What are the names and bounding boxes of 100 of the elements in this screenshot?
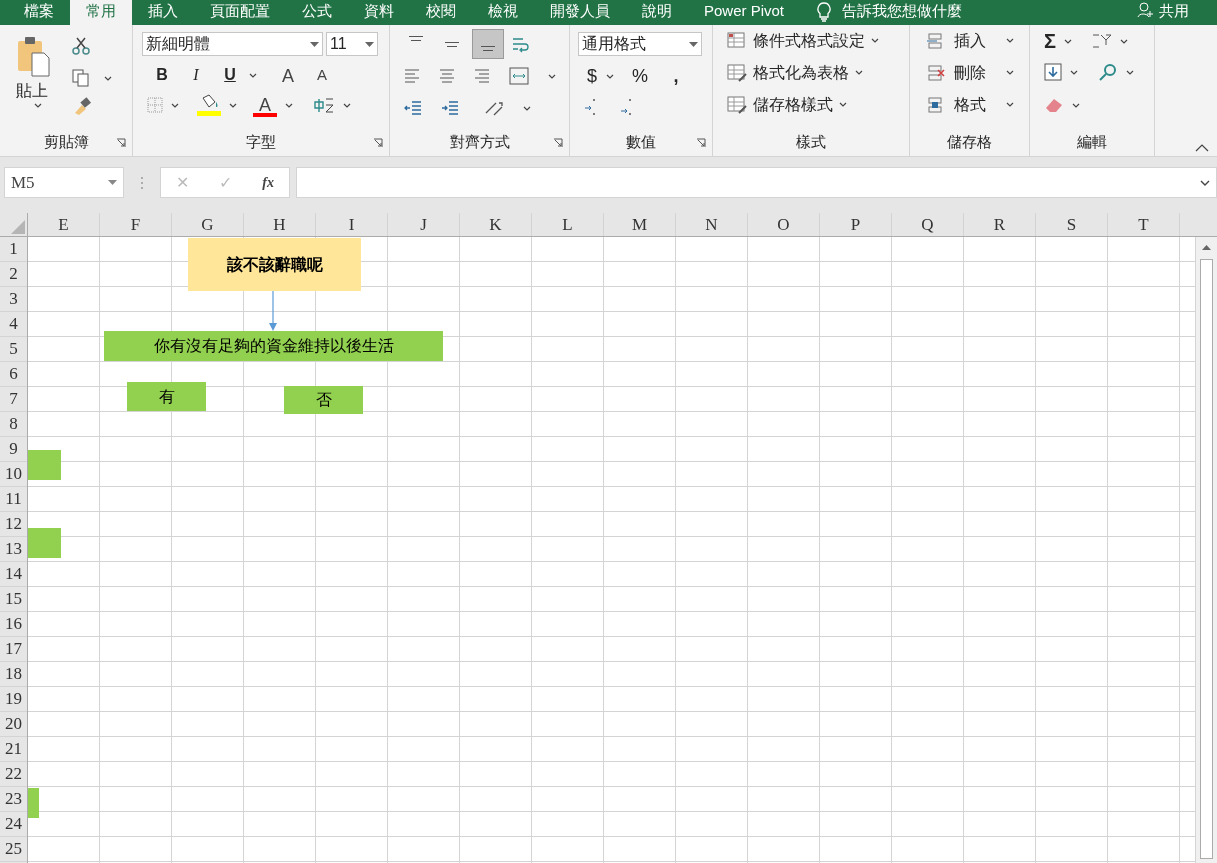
number-format-dropdown[interactable]: 通用格式	[578, 32, 702, 56]
row-header[interactable]: 8	[0, 412, 27, 437]
cells-menu-button[interactable]: 插入	[926, 28, 1014, 53]
font-size-dropdown[interactable]: 11	[326, 32, 378, 56]
expand-icon[interactable]	[1200, 179, 1210, 186]
caret-icon[interactable]	[839, 102, 847, 107]
lightbulb-icon[interactable]	[816, 2, 833, 22]
caret-icon[interactable]	[171, 102, 179, 108]
row-header[interactable]: 9	[0, 437, 27, 462]
underline-button[interactable]: U	[215, 63, 245, 87]
column-header[interactable]: S	[1036, 213, 1108, 236]
collapse-ribbon-icon[interactable]	[1195, 144, 1209, 152]
column-header[interactable]: Q	[892, 213, 964, 236]
currency-button[interactable]: $	[584, 63, 600, 90]
column-header[interactable]: F	[100, 213, 172, 236]
row-header[interactable]: 13	[0, 537, 27, 562]
paste-button[interactable]: 貼上	[14, 35, 50, 103]
vertical-scrollbar[interactable]	[1195, 237, 1217, 863]
row-header[interactable]: 3	[0, 287, 27, 312]
caret-icon[interactable]	[1120, 38, 1128, 44]
caret-icon[interactable]	[285, 102, 293, 108]
dropdown-arrow-icon[interactable]	[689, 41, 698, 47]
ribbon-tab[interactable]: 公式	[286, 0, 348, 20]
italic-button[interactable]: I	[181, 63, 211, 87]
row-header[interactable]: 18	[0, 662, 27, 687]
column-header[interactable]: T	[1108, 213, 1180, 236]
ribbon-tab[interactable]: 開發人員	[534, 0, 626, 20]
fill-down-icon[interactable]	[1044, 63, 1062, 81]
row-header[interactable]: 21	[0, 737, 27, 762]
increase-indent-icon[interactable]	[441, 100, 459, 116]
column-header[interactable]: E	[28, 213, 100, 236]
person-add-icon[interactable]	[1137, 2, 1153, 18]
dialog-launcher-icon[interactable]	[696, 138, 706, 148]
ribbon-tab[interactable]: Power Pivot	[688, 0, 801, 20]
row-header[interactable]: 7	[0, 387, 27, 412]
font-color-button[interactable]: A	[253, 93, 277, 117]
style-menu-button[interactable]: 條件式格式設定	[727, 28, 879, 53]
row-header[interactable]: 10	[0, 462, 27, 487]
phonetic-guide-icon[interactable]	[313, 96, 335, 114]
ribbon-tab[interactable]: 頁面配置	[194, 0, 286, 20]
row-header[interactable]: 11	[0, 487, 27, 512]
dialog-launcher-icon[interactable]	[553, 138, 563, 148]
copy-icon[interactable]	[72, 69, 90, 87]
cells-menu-button[interactable]: 刪除	[926, 60, 1014, 85]
formula-input[interactable]	[296, 167, 1217, 198]
column-header[interactable]: I	[316, 213, 388, 236]
dropdown-arrow-icon[interactable]	[365, 41, 374, 47]
column-header[interactable]: P	[820, 213, 892, 236]
ribbon-tab[interactable]: 插入	[132, 0, 194, 20]
wrap-text-icon[interactable]	[511, 35, 529, 53]
share-button[interactable]: 共用	[1159, 2, 1189, 20]
row-header[interactable]: 17	[0, 637, 27, 662]
caret-icon[interactable]	[1126, 69, 1134, 75]
scissors-icon[interactable]	[72, 37, 90, 55]
caret-icon[interactable]	[104, 75, 112, 81]
bold-button[interactable]: B	[147, 63, 177, 87]
ribbon-tab[interactable]: 資料	[348, 0, 410, 20]
ribbon-tab[interactable]: 說明	[626, 0, 688, 20]
scroll-up-icon[interactable]	[1202, 245, 1211, 250]
orientation-icon[interactable]	[484, 99, 504, 117]
row-header[interactable]: 2	[0, 262, 27, 287]
row-header[interactable]: 5	[0, 337, 27, 362]
decrease-indent-icon[interactable]	[404, 100, 422, 116]
row-header[interactable]: 14	[0, 562, 27, 587]
row-header[interactable]: 20	[0, 712, 27, 737]
caret-icon[interactable]	[548, 73, 556, 79]
style-menu-button[interactable]: 格式化為表格	[727, 60, 879, 85]
caret-icon[interactable]	[1064, 38, 1072, 44]
caret-icon[interactable]	[1006, 102, 1014, 107]
ribbon-tab[interactable]: 檢視	[472, 0, 534, 20]
ribbon-tab[interactable]: 常用	[70, 0, 132, 25]
caret-icon[interactable]	[871, 38, 879, 43]
tell-me-field[interactable]: 告訴我您想做什麼	[842, 2, 963, 20]
autosum-button[interactable]: Σ	[1044, 31, 1056, 51]
row-header[interactable]: 25	[0, 837, 27, 862]
style-menu-button[interactable]: 儲存格樣式	[727, 92, 879, 117]
dropdown-arrow-icon[interactable]	[310, 41, 319, 47]
caret-icon[interactable]	[855, 70, 863, 75]
caret-icon[interactable]	[1070, 69, 1078, 75]
ribbon-tab[interactable]: 校閱	[410, 0, 472, 20]
caret-icon[interactable]	[1006, 70, 1014, 75]
row-header[interactable]: 23	[0, 787, 27, 812]
column-header[interactable]: G	[172, 213, 244, 236]
caret-icon[interactable]	[606, 74, 614, 79]
font-name-dropdown[interactable]: 新細明體	[142, 32, 323, 56]
caret-icon[interactable]	[1006, 38, 1014, 43]
column-header[interactable]: M	[604, 213, 676, 236]
column-header[interactable]: H	[244, 213, 316, 236]
caret-icon[interactable]	[1072, 102, 1080, 108]
merge-center-icon[interactable]	[509, 67, 529, 85]
caret-icon[interactable]	[34, 103, 42, 108]
dropdown-arrow-icon[interactable]	[108, 180, 117, 185]
dialog-launcher-icon[interactable]	[116, 138, 126, 148]
search-icon[interactable]	[1098, 63, 1118, 81]
row-header[interactable]: 24	[0, 812, 27, 837]
shrink-font-button[interactable]: A	[307, 63, 337, 87]
row-header[interactable]: 15	[0, 587, 27, 612]
column-header[interactable]: O	[748, 213, 820, 236]
caret-icon[interactable]	[249, 72, 257, 78]
column-header[interactable]: R	[964, 213, 1036, 236]
